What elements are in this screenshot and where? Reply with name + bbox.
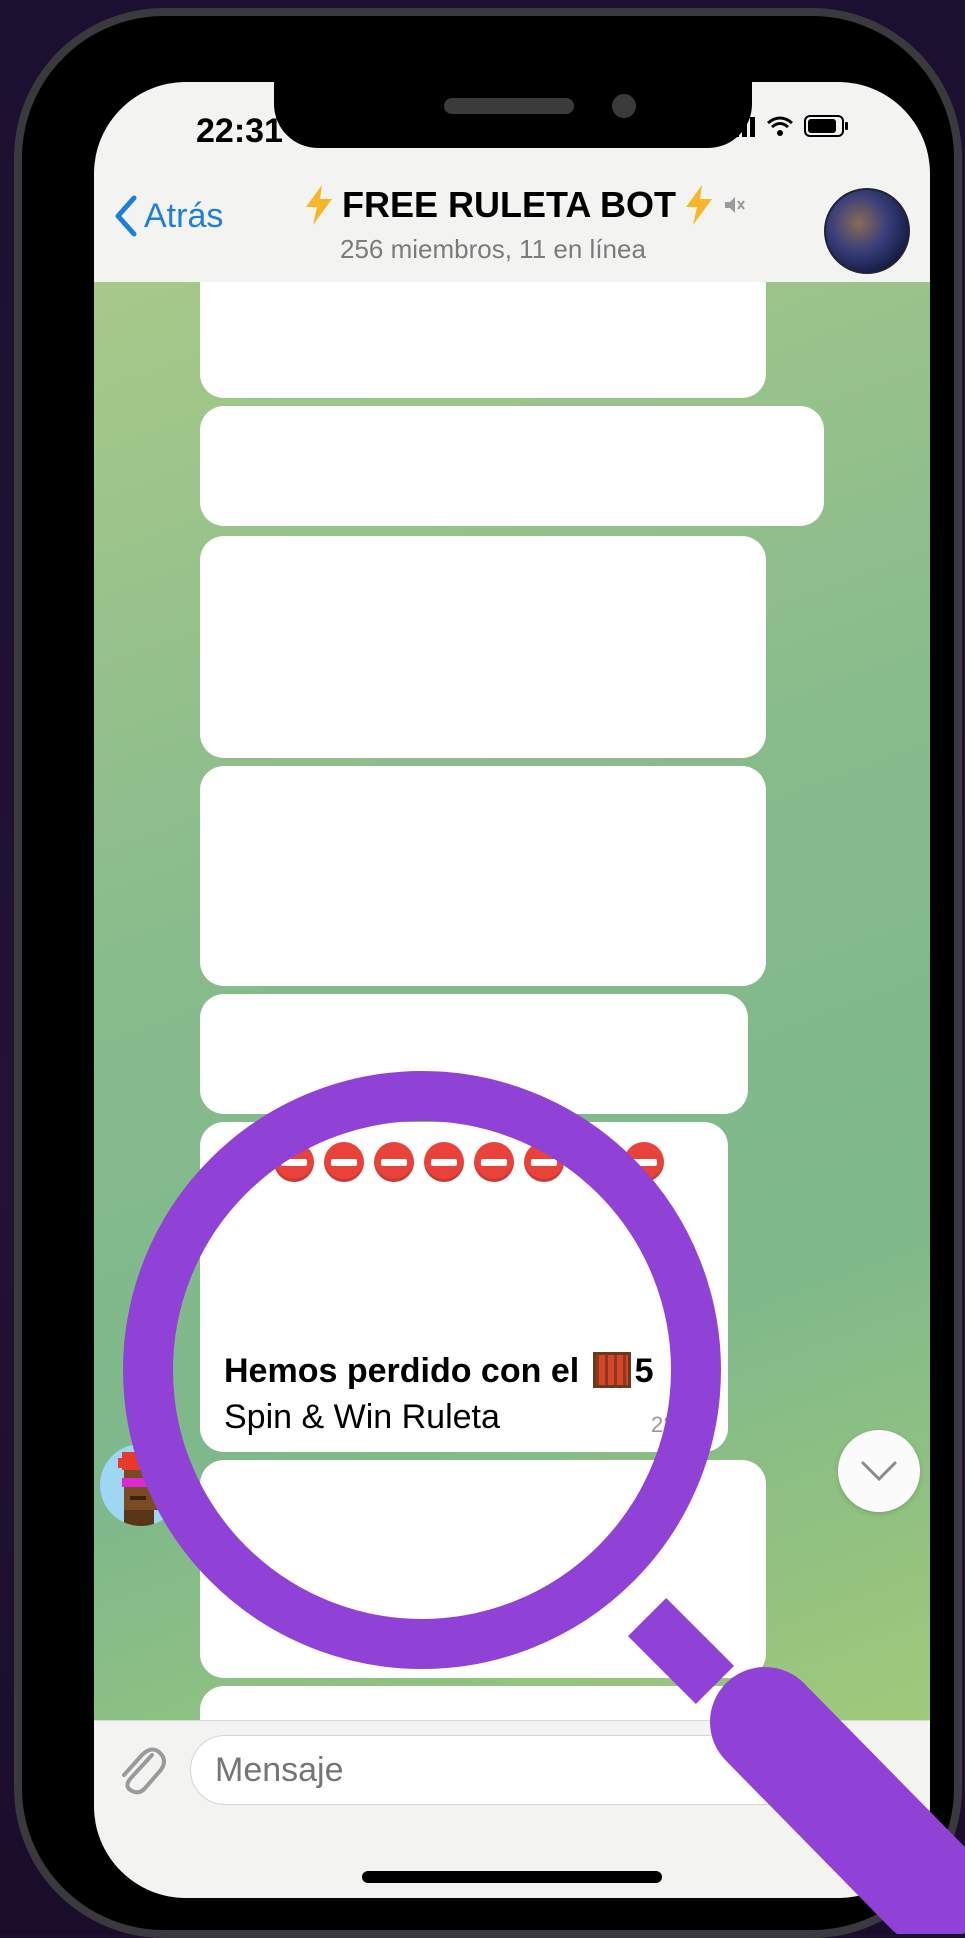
no-entry-emoji-row [224,1142,664,1182]
phone-screen: 22:31 Atrás FREE RULETA BOT 256 miembros… [94,82,930,1898]
notch [274,82,752,148]
message-bubble[interactable] [200,766,766,986]
no-entry-icon [224,1142,264,1182]
wifi-icon [767,116,793,136]
message-bubble[interactable] [200,282,766,398]
lightning-icon [685,185,712,225]
scroll-down-button[interactable] [838,1430,920,1512]
front-camera [612,94,636,118]
no-entry-icon [324,1142,364,1182]
status-icons [726,114,850,138]
phone-frame: 22:31 Atrás FREE RULETA BOT 256 miembros… [14,8,962,1938]
no-entry-icon [474,1142,514,1182]
message-bold-prefix: Hemos perdido con el [224,1352,580,1390]
status-bar: 22:31 [94,82,930,172]
sender-avatar[interactable] [100,1444,182,1526]
message-bubble[interactable] [200,1460,766,1678]
no-entry-icon [274,1142,314,1182]
abacus-icon [592,1352,631,1388]
attach-button[interactable] [112,1741,168,1806]
chat-title: FREE RULETA BOT [342,184,676,225]
lightning-icon [306,185,332,225]
message-bubble[interactable] [200,1686,766,1720]
pixel-avatar-icon [118,1452,162,1526]
back-label: Atrás [144,196,224,235]
chevron-left-icon [115,195,137,237]
muted-icon [724,197,745,213]
signal-icon [726,117,755,137]
message-bold-suffix: 5 [634,1352,654,1390]
chat-area[interactable]: Hemos perdido con el 5 Spin & Win Ruleta… [94,282,930,1720]
speaker [444,98,574,114]
message-text: Spin & Win Ruleta [224,1398,500,1436]
battery-icon [804,115,848,137]
back-button[interactable]: Atrás [114,194,223,238]
chevron-down-icon [861,1461,897,1482]
message-time: 22:25 [650,1412,706,1437]
status-time: 22:31 [196,112,283,150]
no-entry-icon [624,1142,664,1182]
home-indicator [362,1871,662,1883]
message-bold-line: Hemos perdido con el 5 [224,1352,654,1391]
message-bubble[interactable] [200,406,824,526]
composer-bar [94,1720,930,1898]
message-bubble[interactable] [200,536,766,758]
group-avatar[interactable] [824,188,910,274]
message-bubble[interactable]: Hemos perdido con el 5 Spin & Win Ruleta… [200,1122,728,1452]
no-entry-icon [424,1142,464,1182]
message-bubble[interactable] [200,994,748,1114]
paperclip-icon [122,1747,166,1795]
chat-header: Atrás FREE RULETA BOT 256 miembros, 11 e… [94,172,930,283]
no-entry-icon [574,1142,614,1182]
chat-title-row[interactable]: FREE RULETA BOT [304,184,746,226]
no-entry-icon [374,1142,414,1182]
no-entry-icon [524,1142,564,1182]
message-input[interactable] [190,1735,850,1805]
chat-subtitle: 256 miembros, 11 en línea [340,234,646,264]
